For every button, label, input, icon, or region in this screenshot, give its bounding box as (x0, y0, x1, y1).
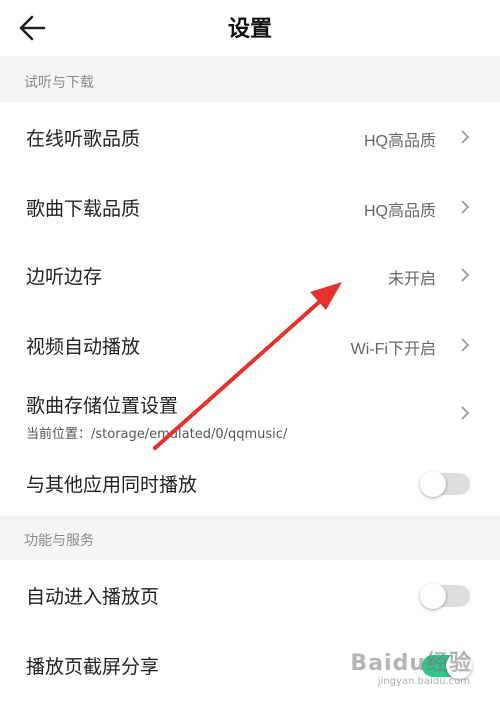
setting-row-video-autoplay[interactable]: 视频自动播放 Wi-Fi下开启 (0, 312, 500, 382)
chevron-right-icon (461, 130, 470, 144)
setting-label: 播放页截屏分享 (26, 656, 160, 678)
setting-row-auto-enter-player: 自动进入播放页 (0, 560, 500, 630)
setting-value: HQ高品质 (363, 203, 436, 220)
section-label-listen-download: 试听与下载 (24, 75, 94, 91)
setting-sublabel: 当前位置：/storage/emulated/0/qqmusic/ (26, 427, 288, 442)
setting-label: 与其他应用同时播放 (26, 474, 198, 496)
toggle-knob (420, 583, 446, 609)
setting-label: 在线听歌品质 (26, 128, 141, 150)
setting-label: 歌曲存储位置设置 (26, 395, 179, 417)
settings-panel-listen-download: 在线听歌品质 HQ高品质 歌曲下载品质 HQ高品质 边听边存 未开启 视频自动播… (0, 102, 500, 516)
page-title: 设置 (227, 17, 272, 42)
setting-value: Wi-Fi下开启 (350, 341, 436, 358)
chevron-right-icon (461, 406, 470, 420)
section-label-features-services: 功能与服务 (24, 533, 94, 549)
setting-row-mix-with-other-apps: 与其他应用同时播放 (0, 452, 500, 516)
baidu-watermark-url: jingyan.baidu.com (377, 676, 470, 687)
setting-row-storage-location[interactable]: 歌曲存储位置设置 当前位置：/storage/emulated/0/qqmusi… (0, 382, 500, 452)
mix-playback-toggle[interactable] (420, 471, 470, 497)
header-bar: 设置 (0, 0, 500, 56)
chevron-right-icon (461, 338, 470, 352)
setting-row-download-quality[interactable]: 歌曲下载品质 HQ高品质 (0, 172, 500, 242)
auto-enter-player-toggle[interactable] (420, 583, 470, 609)
chevron-right-icon (461, 200, 470, 214)
setting-label: 歌曲下载品质 (26, 198, 141, 220)
toggle-knob (420, 471, 446, 497)
setting-row-online-quality[interactable]: 在线听歌品质 HQ高品质 (0, 102, 500, 172)
setting-value: 未开启 (387, 271, 436, 288)
setting-row-cache-while-listening[interactable]: 边听边存 未开启 (0, 242, 500, 312)
setting-label: 自动进入播放页 (26, 586, 160, 608)
chevron-right-icon (461, 268, 470, 282)
setting-label: 视频自动播放 (26, 336, 141, 358)
setting-label: 边听边存 (26, 266, 103, 288)
setting-value: HQ高品质 (363, 133, 436, 150)
baidu-watermark: Baidu经验 (350, 651, 472, 676)
